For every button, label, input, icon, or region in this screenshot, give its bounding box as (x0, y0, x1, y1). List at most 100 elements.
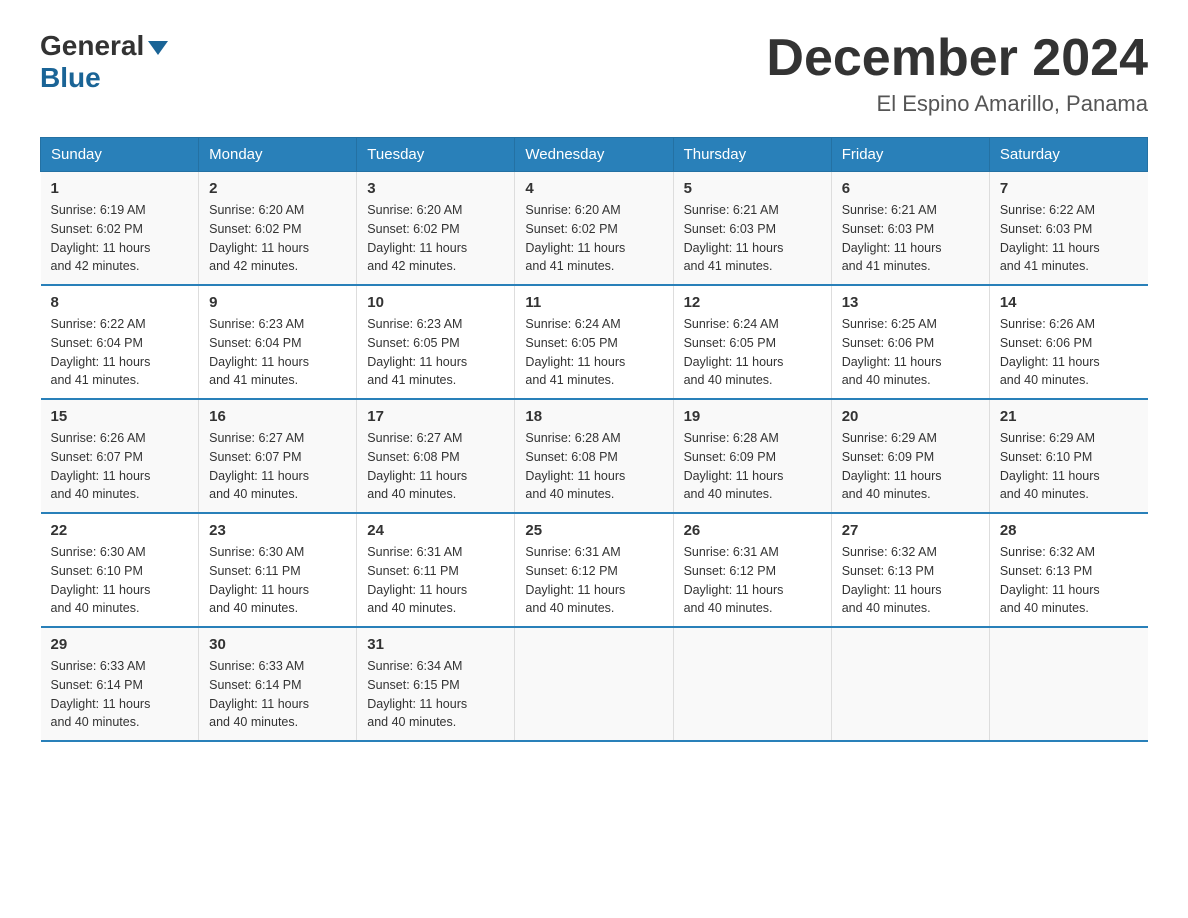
day-info: Sunrise: 6:23 AMSunset: 6:05 PMDaylight:… (367, 315, 504, 390)
day-info: Sunrise: 6:20 AMSunset: 6:02 PMDaylight:… (367, 201, 504, 276)
weekday-header-friday: Friday (831, 138, 989, 172)
day-number: 30 (209, 636, 346, 653)
day-info: Sunrise: 6:29 AMSunset: 6:10 PMDaylight:… (1000, 429, 1138, 504)
calendar-cell: 30 Sunrise: 6:33 AMSunset: 6:14 PMDayligh… (199, 627, 357, 741)
day-info: Sunrise: 6:30 AMSunset: 6:10 PMDaylight:… (51, 543, 189, 618)
weekday-header-sunday: Sunday (41, 138, 199, 172)
day-number: 6 (842, 180, 979, 197)
day-number: 15 (51, 408, 189, 425)
day-number: 17 (367, 408, 504, 425)
day-number: 20 (842, 408, 979, 425)
calendar-cell: 16 Sunrise: 6:27 AMSunset: 6:07 PMDayligh… (199, 399, 357, 513)
day-number: 4 (525, 180, 662, 197)
day-info: Sunrise: 6:33 AMSunset: 6:14 PMDaylight:… (51, 657, 189, 732)
calendar-cell: 12Sunrise: 6:24 AMSunset: 6:05 PMDayligh… (673, 285, 831, 399)
weekday-header-monday: Monday (199, 138, 357, 172)
day-info: Sunrise: 6:28 AMSunset: 6:09 PMDaylight:… (684, 429, 821, 504)
calendar-cell: 11 Sunrise: 6:24 AMSunset: 6:05 PMDayligh… (515, 285, 673, 399)
calendar-week-row: 22 Sunrise: 6:30 AMSunset: 6:10 PMDayligh… (41, 513, 1148, 627)
calendar-cell: 26 Sunrise: 6:31 AMSunset: 6:12 PMDayligh… (673, 513, 831, 627)
day-info: Sunrise: 6:27 AMSunset: 6:07 PMDaylight:… (209, 429, 346, 504)
day-info: Sunrise: 6:20 AMSunset: 6:02 PMDaylight:… (209, 201, 346, 276)
month-year-title: December 2024 (766, 30, 1148, 87)
calendar-cell: 5Sunrise: 6:21 AMSunset: 6:03 PMDaylight… (673, 172, 831, 286)
day-info: Sunrise: 6:22 AMSunset: 6:04 PMDaylight:… (51, 315, 189, 390)
calendar-cell: 27Sunrise: 6:32 AMSunset: 6:13 PMDayligh… (831, 513, 989, 627)
day-info: Sunrise: 6:32 AMSunset: 6:13 PMDaylight:… (842, 543, 979, 618)
day-number: 31 (367, 636, 504, 653)
day-number: 21 (1000, 408, 1138, 425)
calendar-cell: 13Sunrise: 6:25 AMSunset: 6:06 PMDayligh… (831, 285, 989, 399)
day-info: Sunrise: 6:20 AMSunset: 6:02 PMDaylight:… (525, 201, 662, 276)
day-number: 28 (1000, 522, 1138, 539)
calendar-cell: 14 Sunrise: 6:26 AMSunset: 6:06 PMDayligh… (989, 285, 1147, 399)
day-number: 25 (525, 522, 662, 539)
day-info: Sunrise: 6:32 AMSunset: 6:13 PMDaylight:… (1000, 543, 1138, 618)
day-info: Sunrise: 6:31 AMSunset: 6:12 PMDaylight:… (684, 543, 821, 618)
title-section: December 2024 El Espino Amarillo, Panama (766, 30, 1148, 117)
day-info: Sunrise: 6:24 AMSunset: 6:05 PMDaylight:… (684, 315, 821, 390)
calendar-cell (989, 627, 1147, 741)
day-info: Sunrise: 6:34 AMSunset: 6:15 PMDaylight:… (367, 657, 504, 732)
day-number: 1 (51, 180, 189, 197)
day-info: Sunrise: 6:31 AMSunset: 6:12 PMDaylight:… (525, 543, 662, 618)
day-number: 26 (684, 522, 821, 539)
calendar-cell: 23Sunrise: 6:30 AMSunset: 6:11 PMDayligh… (199, 513, 357, 627)
logo-blue-text: Blue (40, 62, 101, 94)
day-info: Sunrise: 6:24 AMSunset: 6:05 PMDaylight:… (525, 315, 662, 390)
logo: General Blue (40, 30, 168, 94)
page-header: General Blue December 2024 El Espino Ama… (40, 30, 1148, 117)
calendar-week-row: 8 Sunrise: 6:22 AMSunset: 6:04 PMDaylight… (41, 285, 1148, 399)
logo-arrow-icon (148, 41, 168, 55)
day-number: 19 (684, 408, 821, 425)
calendar-week-row: 29 Sunrise: 6:33 AMSunset: 6:14 PMDayligh… (41, 627, 1148, 741)
day-info: Sunrise: 6:23 AMSunset: 6:04 PMDaylight:… (209, 315, 346, 390)
calendar-cell: 25 Sunrise: 6:31 AMSunset: 6:12 PMDayligh… (515, 513, 673, 627)
weekday-header-wednesday: Wednesday (515, 138, 673, 172)
calendar-cell: 3 Sunrise: 6:20 AMSunset: 6:02 PMDaylight… (357, 172, 515, 286)
day-number: 2 (209, 180, 346, 197)
calendar-cell: 21 Sunrise: 6:29 AMSunset: 6:10 PMDayligh… (989, 399, 1147, 513)
calendar-cell: 9 Sunrise: 6:23 AMSunset: 6:04 PMDaylight… (199, 285, 357, 399)
calendar-cell: 19 Sunrise: 6:28 AMSunset: 6:09 PMDayligh… (673, 399, 831, 513)
calendar-week-row: 1 Sunrise: 6:19 AMSunset: 6:02 PMDaylight… (41, 172, 1148, 286)
calendar-cell: 2 Sunrise: 6:20 AMSunset: 6:02 PMDaylight… (199, 172, 357, 286)
calendar-cell: 15 Sunrise: 6:26 AMSunset: 6:07 PMDayligh… (41, 399, 199, 513)
day-info: Sunrise: 6:21 AMSunset: 6:03 PMDaylight:… (842, 201, 979, 276)
day-number: 11 (525, 294, 662, 311)
calendar-week-row: 15 Sunrise: 6:26 AMSunset: 6:07 PMDayligh… (41, 399, 1148, 513)
day-number: 7 (1000, 180, 1138, 197)
day-number: 3 (367, 180, 504, 197)
calendar-cell (515, 627, 673, 741)
day-number: 8 (51, 294, 189, 311)
day-info: Sunrise: 6:25 AMSunset: 6:06 PMDaylight:… (842, 315, 979, 390)
day-number: 9 (209, 294, 346, 311)
calendar-cell: 20 Sunrise: 6:29 AMSunset: 6:09 PMDayligh… (831, 399, 989, 513)
calendar-cell: 8 Sunrise: 6:22 AMSunset: 6:04 PMDaylight… (41, 285, 199, 399)
day-info: Sunrise: 6:26 AMSunset: 6:07 PMDaylight:… (51, 429, 189, 504)
day-number: 14 (1000, 294, 1138, 311)
calendar-cell: 7Sunrise: 6:22 AMSunset: 6:03 PMDaylight… (989, 172, 1147, 286)
calendar-cell: 22 Sunrise: 6:30 AMSunset: 6:10 PMDayligh… (41, 513, 199, 627)
day-info: Sunrise: 6:31 AMSunset: 6:11 PMDaylight:… (367, 543, 504, 618)
weekday-header-saturday: Saturday (989, 138, 1147, 172)
day-number: 29 (51, 636, 189, 653)
day-number: 18 (525, 408, 662, 425)
calendar-cell: 17 Sunrise: 6:27 AMSunset: 6:08 PMDayligh… (357, 399, 515, 513)
day-number: 22 (51, 522, 189, 539)
day-number: 10 (367, 294, 504, 311)
day-number: 16 (209, 408, 346, 425)
logo-general-text: General (40, 30, 144, 62)
day-info: Sunrise: 6:19 AMSunset: 6:02 PMDaylight:… (51, 201, 189, 276)
day-info: Sunrise: 6:29 AMSunset: 6:09 PMDaylight:… (842, 429, 979, 504)
day-info: Sunrise: 6:33 AMSunset: 6:14 PMDaylight:… (209, 657, 346, 732)
calendar-cell: 6 Sunrise: 6:21 AMSunset: 6:03 PMDaylight… (831, 172, 989, 286)
weekday-header-tuesday: Tuesday (357, 138, 515, 172)
calendar-cell: 10 Sunrise: 6:23 AMSunset: 6:05 PMDayligh… (357, 285, 515, 399)
calendar-cell: 31 Sunrise: 6:34 AMSunset: 6:15 PMDayligh… (357, 627, 515, 741)
location-subtitle: El Espino Amarillo, Panama (766, 91, 1148, 117)
day-info: Sunrise: 6:26 AMSunset: 6:06 PMDaylight:… (1000, 315, 1138, 390)
weekday-header-thursday: Thursday (673, 138, 831, 172)
calendar-cell: 18Sunrise: 6:28 AMSunset: 6:08 PMDayligh… (515, 399, 673, 513)
day-info: Sunrise: 6:27 AMSunset: 6:08 PMDaylight:… (367, 429, 504, 504)
